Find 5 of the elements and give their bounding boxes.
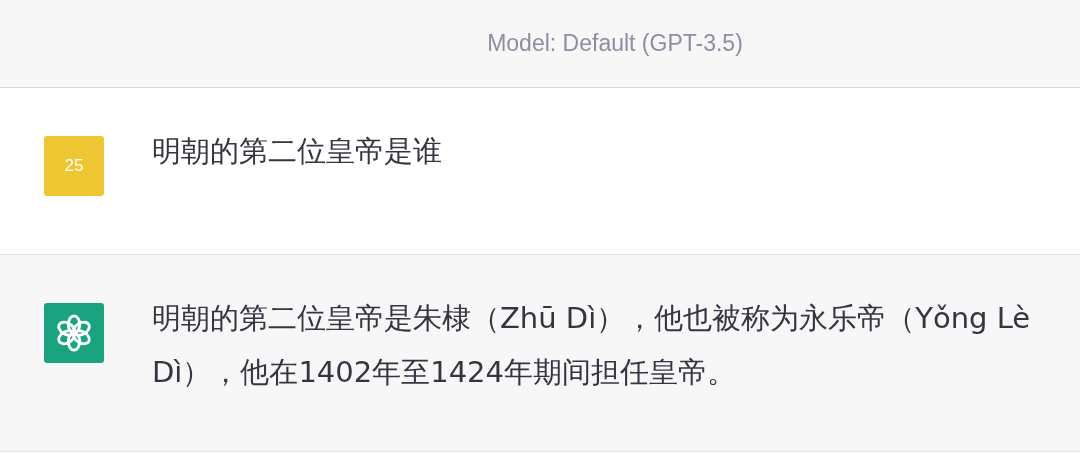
model-label: Model: Default (GPT-3.5) <box>487 30 743 57</box>
message-text: 明朝的第二位皇帝是谁 <box>152 133 442 170</box>
logo-icon <box>55 314 93 352</box>
message-text: 明朝的第二位皇帝是朱棣（Zhū Dì），他也被称为永乐帝（Yǒng Lè Dì），他在1402年至1424年期间担任皇帝。 <box>152 300 1032 391</box>
avatar: 25 <box>44 136 104 196</box>
